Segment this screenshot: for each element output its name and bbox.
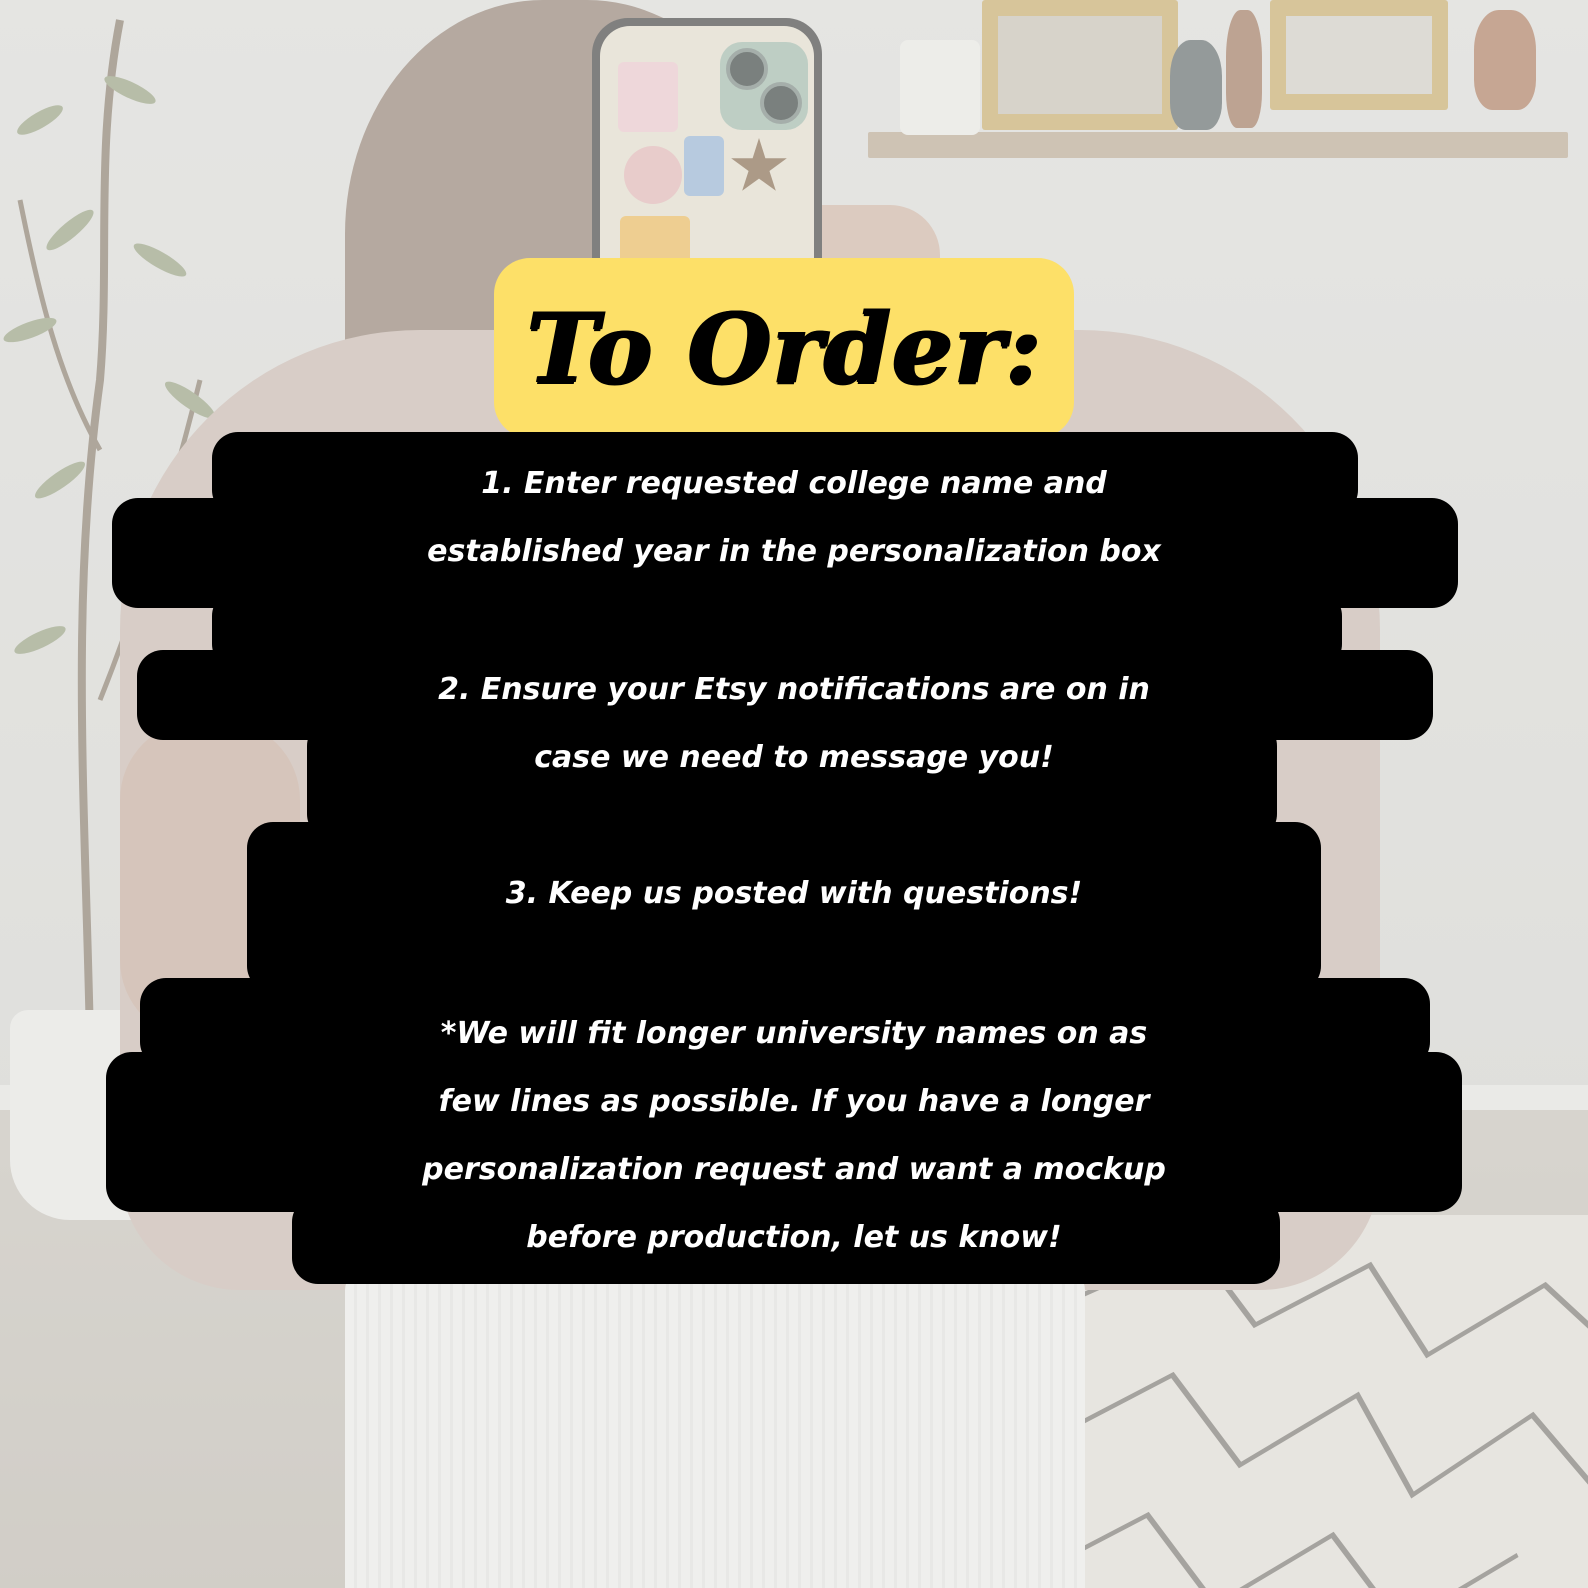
note-line-3: personalization request and want a mocku…: [422, 1152, 1166, 1187]
note-line-4: before production, let us know!: [526, 1220, 1062, 1255]
step-2-line-2: case we need to message you!: [534, 740, 1054, 775]
step-1-line-1: 1. Enter requested college name and: [481, 466, 1107, 501]
step-1-line-2: established year in the personalization …: [427, 534, 1161, 569]
note-line-1: *We will fit longer university names on …: [440, 1016, 1148, 1051]
note-line-2: few lines as possible. If you have a lon…: [438, 1084, 1150, 1119]
step-2-line-1: 2. Ensure your Etsy notifications are on…: [438, 672, 1150, 707]
title: To Order:: [526, 291, 1042, 405]
step-3-line-1: 3. Keep us posted with questions!: [505, 876, 1083, 911]
order-instructions-graphic: To Order: 1. Enter requested college nam…: [0, 0, 1588, 1588]
